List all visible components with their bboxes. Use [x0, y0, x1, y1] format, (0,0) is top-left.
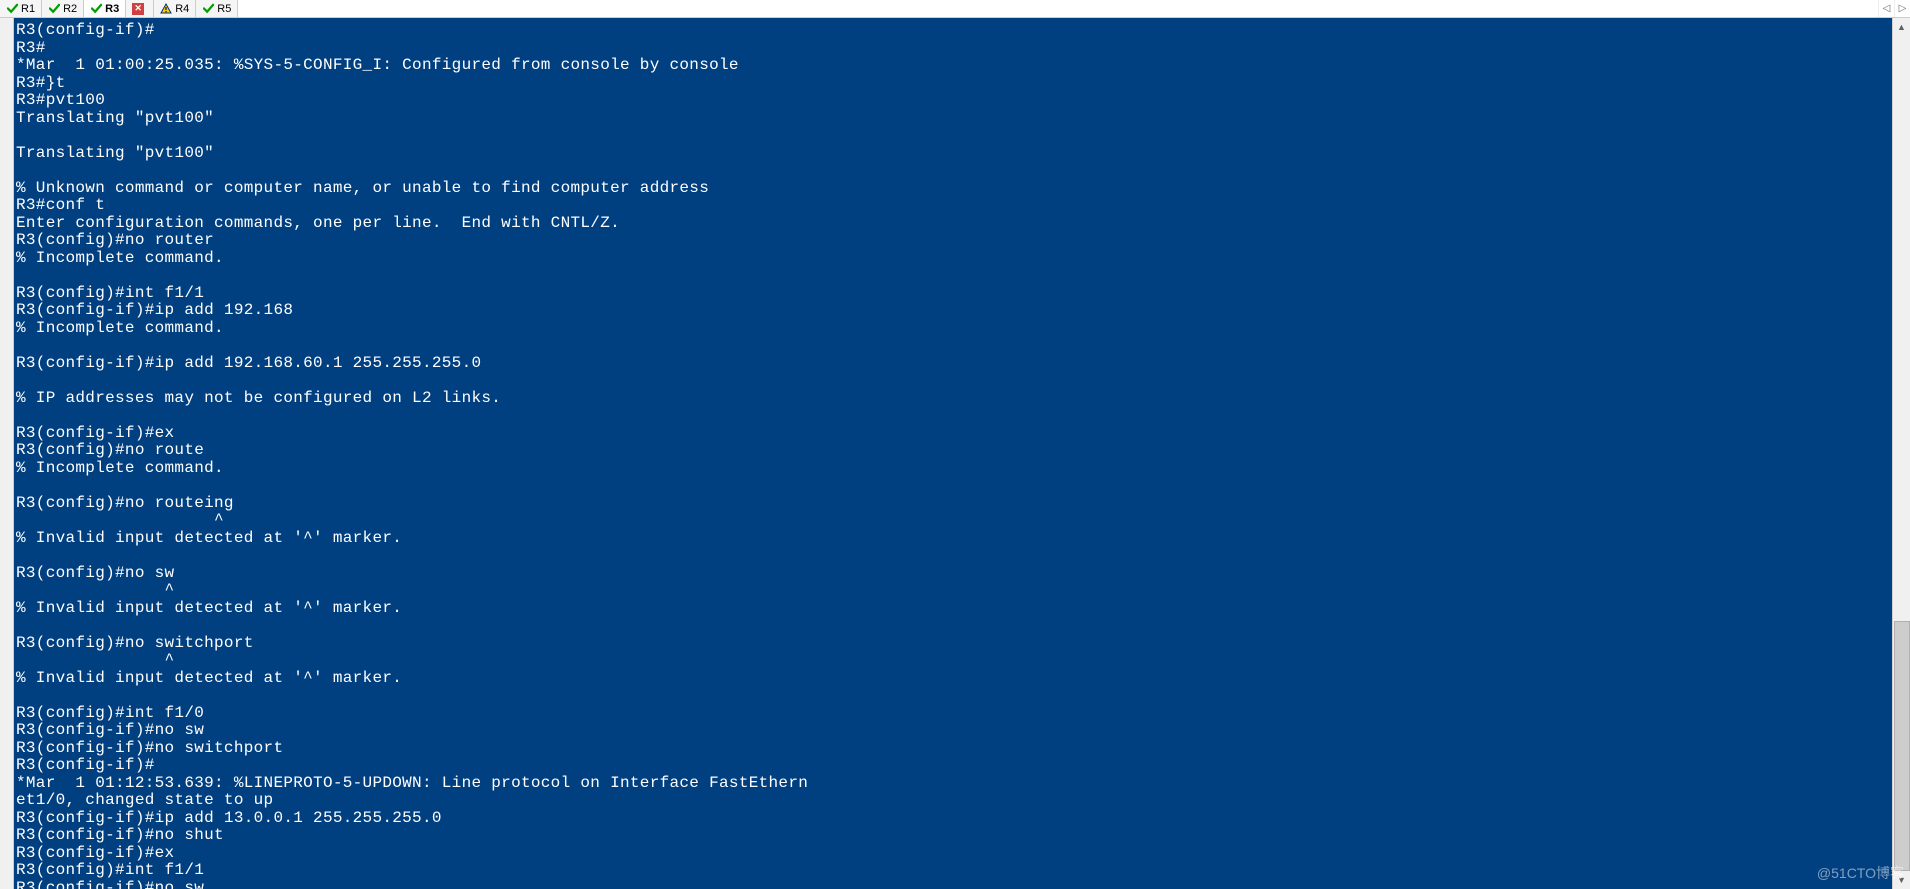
tab-label: R3 — [105, 3, 119, 15]
tab-bar: R1 R2 R3 ✕ R4 R5 ◁ ▷ — [0, 0, 1910, 18]
terminal-output[interactable]: R3(config-if)# R3# *Mar 1 01:00:25.035: … — [14, 18, 1892, 889]
tab-error[interactable]: ✕ — [126, 0, 154, 17]
check-icon — [202, 3, 214, 15]
left-gutter — [0, 18, 14, 889]
tab-r4[interactable]: R4 — [154, 0, 196, 17]
x-icon: ✕ — [132, 3, 144, 15]
scrollbar[interactable]: ▲ ▼ — [1892, 18, 1910, 889]
tab-label: R1 — [21, 3, 35, 15]
check-icon — [48, 3, 60, 15]
scroll-thumb[interactable] — [1894, 621, 1910, 872]
tab-label: R5 — [217, 3, 231, 15]
tab-r1[interactable]: R1 — [0, 0, 42, 17]
tab-r2[interactable]: R2 — [42, 0, 84, 17]
warning-icon — [160, 3, 172, 15]
check-icon — [90, 3, 102, 15]
tab-nav-prev[interactable]: ◁ — [1878, 0, 1894, 17]
tab-label: R2 — [63, 3, 77, 15]
tab-nav-next[interactable]: ▷ — [1894, 0, 1910, 17]
terminal-container: R3(config-if)# R3# *Mar 1 01:00:25.035: … — [14, 18, 1910, 889]
tab-nav: ◁ ▷ — [1878, 0, 1910, 17]
watermark: @51CTO博客 — [1817, 863, 1904, 883]
tab-r5[interactable]: R5 — [196, 0, 238, 17]
tab-r3[interactable]: R3 — [84, 0, 126, 17]
scroll-track[interactable] — [1893, 36, 1910, 871]
tab-label: R4 — [175, 3, 189, 15]
check-icon — [6, 3, 18, 15]
scroll-up-button[interactable]: ▲ — [1893, 18, 1910, 36]
